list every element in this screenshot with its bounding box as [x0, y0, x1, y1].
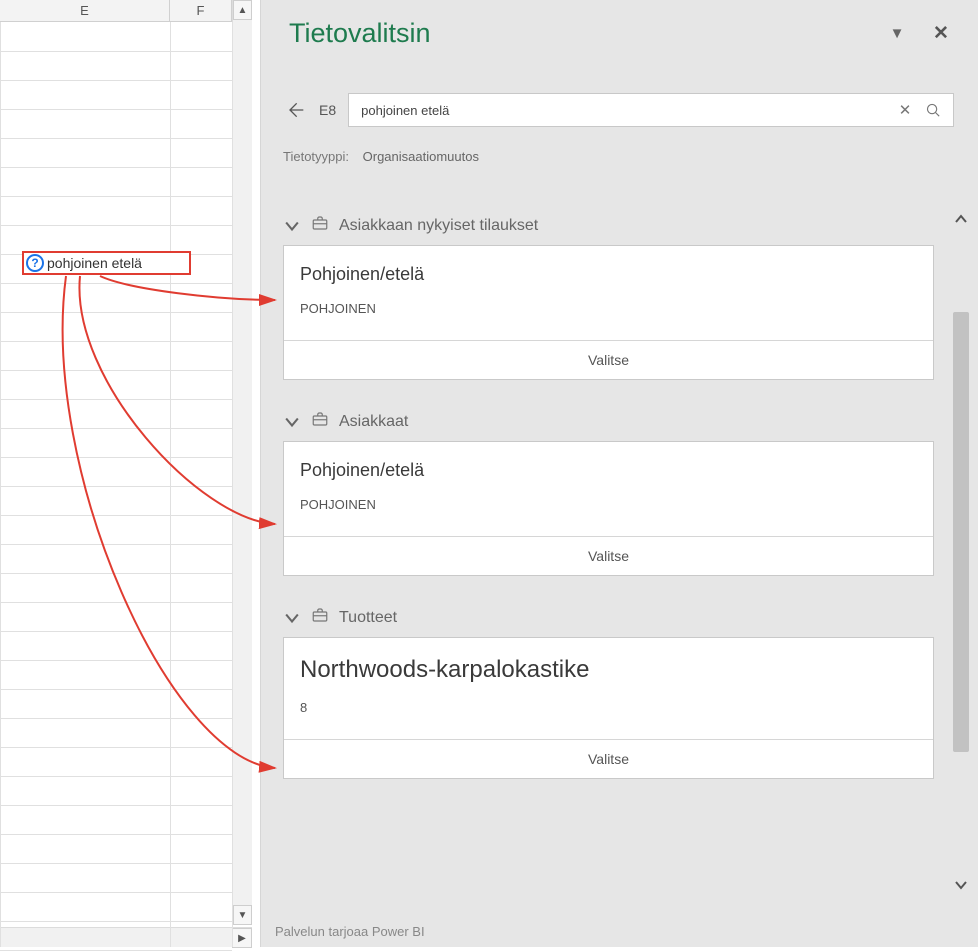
section-header[interactable]: Asiakkaat: [283, 402, 934, 441]
scroll-up-icon[interactable]: [950, 206, 972, 234]
result-card: Pohjoinen/etelä POHJOINEN Valitse: [283, 441, 934, 576]
section-title: Asiakkaan nykyiset tilaukset: [339, 217, 538, 235]
active-cell[interactable]: ? pohjoinen etelä: [22, 251, 191, 275]
briefcase-icon: [311, 214, 329, 232]
question-icon: ?: [26, 254, 44, 272]
search-icon: [925, 102, 942, 119]
card-subtitle: POHJOINEN: [300, 301, 917, 316]
select-button[interactable]: Valitse: [284, 739, 933, 778]
scroll-down-icon[interactable]: [950, 871, 972, 899]
close-button[interactable]: ✕: [928, 21, 954, 47]
column-header-f[interactable]: F: [170, 0, 232, 21]
pane-menu-button[interactable]: ▼: [884, 21, 910, 47]
card-subtitle: 8: [300, 700, 917, 715]
card-title: Northwoods-karpalokastike: [300, 656, 917, 684]
section-type-icon: [311, 606, 329, 629]
card-title: Pohjoinen/etelä: [300, 460, 917, 481]
scroll-up-arrow-icon[interactable]: ▲: [233, 0, 252, 20]
select-button[interactable]: Valitse: [284, 536, 933, 575]
scroll-right-arrow-icon[interactable]: ▶: [232, 928, 252, 948]
result-card: Northwoods-karpalokastike 8 Valitse: [283, 637, 934, 779]
data-type-label: Tietotyyppi:: [283, 149, 349, 164]
grid-rows[interactable]: [0, 22, 232, 947]
section-title: Tuotteet: [339, 609, 397, 627]
back-button[interactable]: [283, 98, 307, 122]
clear-button[interactable]: ✕: [891, 96, 919, 124]
section-header[interactable]: Tuotteet: [283, 598, 934, 637]
arrow-left-icon: [285, 100, 305, 120]
pane-footer: Palvelun tarjoaa Power BI: [275, 924, 425, 939]
result-section: Tuotteet Northwoods-karpalokastike 8 Valits…: [283, 598, 934, 779]
search-button[interactable]: [919, 96, 947, 124]
select-button[interactable]: Valitse: [284, 340, 933, 379]
section-title: Asiakkaat: [339, 413, 408, 431]
section-type-icon: [311, 410, 329, 433]
result-section: Asiakkaat Pohjoinen/etelä POHJOINEN Valitse: [283, 402, 934, 576]
briefcase-icon: [311, 410, 329, 428]
search-box: ✕: [348, 93, 954, 127]
chevron-down-icon: [283, 217, 301, 235]
spreadsheet-grid[interactable]: E F ? pohjoinen etelä ▲ ▼ ▶: [0, 0, 232, 947]
section-header[interactable]: Asiakkaan nykyiset tilaukset: [283, 206, 934, 245]
card-subtitle: POHJOINEN: [300, 497, 917, 512]
pane-scrollbar[interactable]: [950, 206, 972, 899]
result-card: Pohjoinen/etelä POHJOINEN Valitse: [283, 245, 934, 380]
card-body: Pohjoinen/etelä POHJOINEN: [284, 442, 933, 536]
chevron-down-icon: [283, 609, 301, 627]
chevron-down-icon: [283, 413, 301, 431]
data-selector-pane: Tietovalitsin ▼ ✕ E8 ✕ Tietotyyppi: Orga…: [260, 0, 978, 947]
data-type-row: Tietotyyppi: Organisaatiomuutos: [261, 127, 978, 170]
scrollbar-track[interactable]: [953, 234, 969, 871]
card-title: Pohjoinen/etelä: [300, 264, 917, 285]
search-row: E8 ✕: [261, 93, 978, 127]
grid-horizontal-scrollbar[interactable]: ▶: [0, 927, 252, 947]
search-input[interactable]: [359, 102, 891, 119]
grid-vertical-scrollbar[interactable]: ▲ ▼: [232, 0, 252, 925]
active-cell-value: pohjoinen etelä: [47, 255, 142, 271]
cell-reference: E8: [319, 102, 336, 118]
pane-header: Tietovalitsin ▼ ✕: [261, 0, 978, 67]
card-body: Northwoods-karpalokastike 8: [284, 638, 933, 739]
results-list: Asiakkaan nykyiset tilaukset Pohjoinen/et…: [283, 206, 934, 779]
column-headers: E F: [0, 0, 232, 22]
data-type-value: Organisaatiomuutos: [363, 149, 479, 164]
section-type-icon: [311, 214, 329, 237]
card-body: Pohjoinen/etelä POHJOINEN: [284, 246, 933, 340]
column-header-e[interactable]: E: [0, 0, 170, 21]
results-viewport: Asiakkaan nykyiset tilaukset Pohjoinen/et…: [283, 206, 934, 917]
briefcase-icon: [311, 606, 329, 624]
result-section: Asiakkaan nykyiset tilaukset Pohjoinen/et…: [283, 206, 934, 380]
scroll-down-arrow-icon[interactable]: ▼: [233, 905, 252, 925]
pane-title: Tietovalitsin: [289, 18, 866, 49]
scrollbar-thumb[interactable]: [953, 312, 969, 752]
